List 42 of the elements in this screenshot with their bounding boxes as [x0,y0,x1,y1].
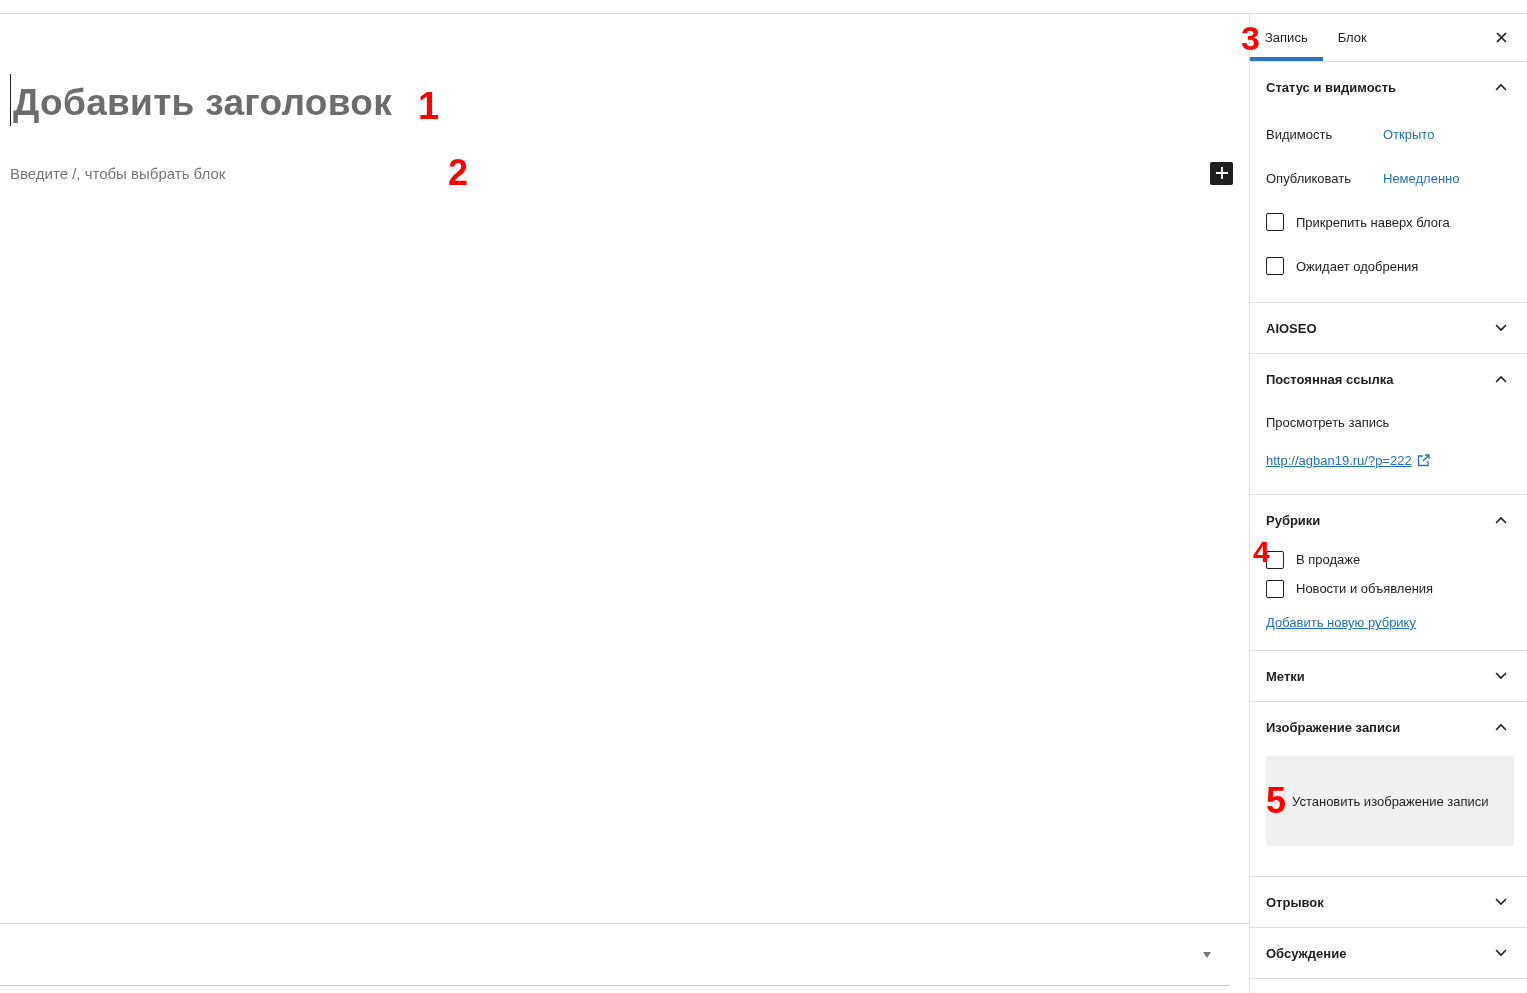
checkbox-label[interactable]: Новости и объявления [1296,581,1434,596]
plus-icon[interactable] [1214,166,1229,180]
add-category-link[interactable]: Добавить новую рубрику [1266,615,1416,630]
external-link-icon[interactable] [1416,453,1430,467]
checkbox[interactable] [1266,213,1284,231]
panel-header[interactable]: Отрывок [1250,877,1527,927]
setting-value-link[interactable]: Открыто [1383,126,1435,142]
chevron-up-icon[interactable] [1495,723,1507,731]
chevron-down-icon[interactable] [1495,672,1507,680]
text-cursor [10,74,11,126]
add-block-button[interactable] [1210,161,1233,185]
chevron-down-icon[interactable] [1495,949,1507,957]
sidebar-tab[interactable]: Блок [1322,14,1382,61]
panel-header[interactable]: Изображение записи [1250,702,1527,752]
panel-header[interactable]: Статус и видимость [1250,62,1527,112]
annotation-number: 2 [448,152,469,194]
chevron-up-icon[interactable] [1495,516,1507,524]
title-placeholder[interactable]: Добавить заголовок [10,82,392,124]
checkbox-label[interactable]: Ожидает одобрения [1296,258,1419,274]
checkbox[interactable] [1266,257,1284,275]
annotation-number: 4 [1253,537,1270,567]
panel-header[interactable]: Постоянная ссылка [1250,354,1527,404]
chevron-up-icon[interactable] [1495,83,1507,91]
close-icon[interactable] [1496,32,1507,43]
setting-label: Опубликовать [1266,170,1352,186]
chevron-up-icon[interactable] [1495,375,1507,383]
setting-value-link[interactable]: Немедленно [1383,170,1460,186]
panel-header[interactable]: Метки [1250,651,1527,701]
chevron-down-icon[interactable] [1495,898,1507,906]
annotation-number: 5 [1266,783,1287,819]
block-placeholder[interactable]: Введите /, чтобы выбрать блок [10,164,448,182]
panel-header[interactable]: Обсуждение [1250,928,1527,978]
checkbox-label[interactable]: В продаже [1296,552,1361,567]
annotation-number: 1 [417,84,440,128]
panel-text: Просмотреть запись [1266,413,1391,432]
setting-label: Видимость [1266,126,1334,142]
dropdown-arrow-icon[interactable] [1203,951,1211,958]
checkbox[interactable] [1266,579,1284,598]
chevron-down-icon[interactable] [1495,324,1507,332]
panel-header[interactable]: AIOSEO [1250,303,1527,353]
permalink[interactable]: http://agban19.ru/?p=222 [1266,452,1412,468]
checkbox-label[interactable]: Прикрепить наверх блога [1296,214,1450,230]
